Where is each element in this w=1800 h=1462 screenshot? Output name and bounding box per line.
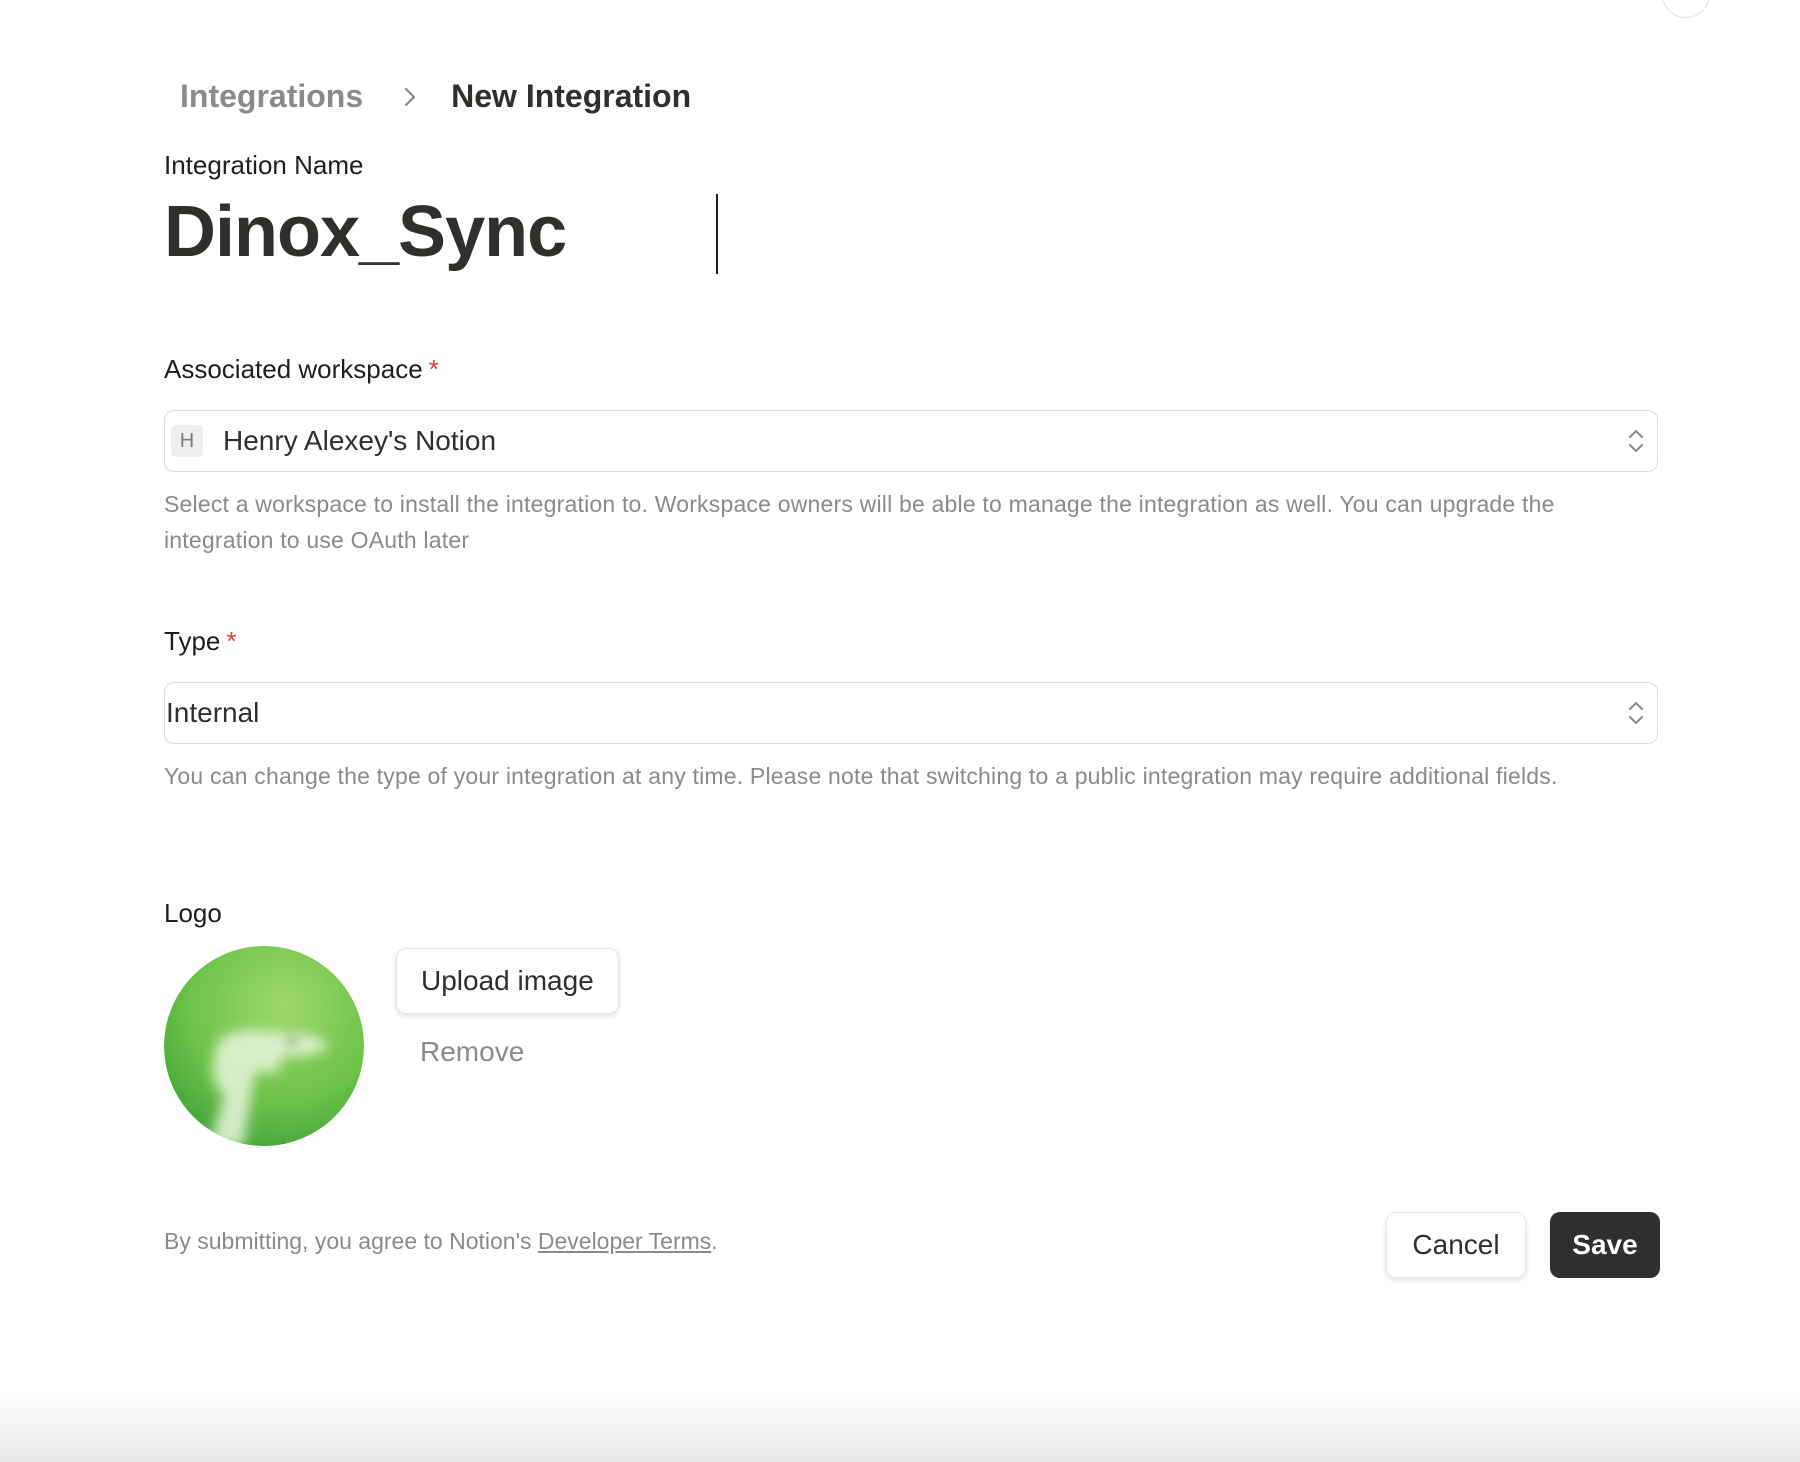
terms-prefix: By submitting, you agree to Notion's (164, 1228, 538, 1254)
bottom-fade (0, 1392, 1800, 1462)
logo-label: Logo (164, 898, 222, 928)
workspace-selected-value: Henry Alexey's Notion (223, 425, 497, 456)
text-caret (716, 194, 718, 274)
corner-button[interactable] (1662, 0, 1710, 18)
type-select[interactable]: Internal (164, 682, 1658, 744)
required-mark: * (428, 354, 439, 384)
workspace-label: Associated workspace * (164, 354, 439, 385)
breadcrumb-current: New Integration (451, 78, 692, 114)
upload-image-button[interactable]: Upload image (396, 948, 619, 1014)
developer-terms-link[interactable]: Developer Terms (538, 1228, 711, 1254)
type-help-text: You can change the type of your integrat… (164, 763, 1558, 789)
type-label-text: Type (164, 626, 221, 656)
new-integration-page: Integrations New Integration Integration… (0, 0, 1800, 1462)
chevron-up-down-icon (1629, 702, 1643, 724)
chevron-up-down-icon (1629, 430, 1643, 452)
integration-name-label: Integration Name (164, 150, 364, 180)
workspace-select[interactable]: H Henry Alexey's Notion (164, 410, 1658, 472)
terms-notice: By submitting, you agree to Notion's Dev… (164, 1228, 718, 1255)
terms-suffix: . (711, 1228, 718, 1254)
integration-name-input[interactable] (164, 188, 1164, 276)
save-button[interactable]: Save (1550, 1212, 1660, 1278)
cancel-button[interactable]: Cancel (1386, 1212, 1526, 1278)
workspace-avatar: H (171, 425, 203, 457)
breadcrumb: Integrations New Integration (180, 78, 691, 115)
chevron-right-icon (399, 86, 421, 108)
workspace-help-text: Select a workspace to install the integr… (164, 491, 1555, 553)
breadcrumb-integrations-link[interactable]: Integrations (180, 78, 363, 115)
workspace-label-text: Associated workspace (164, 354, 423, 384)
type-label: Type * (164, 626, 237, 657)
logo-image (164, 946, 364, 1146)
required-mark: * (226, 626, 237, 656)
remove-logo-button[interactable]: Remove (420, 1036, 524, 1068)
type-selected-value: Internal (166, 697, 260, 728)
